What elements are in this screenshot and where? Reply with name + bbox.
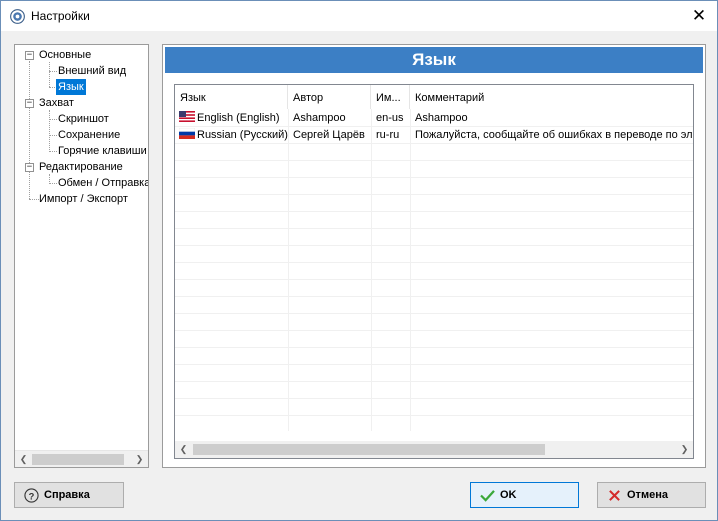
section-title: Язык xyxy=(165,47,703,73)
settings-tree: − Основные Внешний вид Язык − Захват Скр… xyxy=(14,44,149,468)
language-list[interactable]: Язык Автор Им... Комментарий English (En… xyxy=(174,84,694,459)
author-cell: Сергей Царёв xyxy=(293,129,365,141)
scroll-left-icon[interactable]: ❮ xyxy=(175,441,192,458)
list-row-english[interactable]: English (English) Ashampoo en-us Ashampo… xyxy=(175,110,693,127)
tree-connector xyxy=(49,183,57,184)
list-row-russian[interactable]: Russian (Русский) Сергей Царёв ru-ru Пож… xyxy=(175,127,693,144)
author-cell: Ashampoo xyxy=(293,112,346,124)
scroll-left-icon[interactable]: ❮ xyxy=(15,451,32,467)
tree-item-import-export[interactable]: Импорт / Экспорт xyxy=(39,191,128,207)
ru-flag-icon xyxy=(179,128,195,139)
language-settings-panel: Язык Язык Автор Им... Комментарий Englis… xyxy=(162,44,706,468)
checkmark-icon xyxy=(479,487,495,503)
svg-text:?: ? xyxy=(28,491,34,501)
collapse-icon[interactable]: − xyxy=(25,163,34,172)
help-button[interactable]: ? Справка xyxy=(14,482,124,508)
tree-connector xyxy=(49,119,57,120)
tree-item-editing[interactable]: Редактирование xyxy=(39,159,123,175)
code-cell: en-us xyxy=(376,112,404,124)
settings-window: Настройки ✕ − Основные Внешний вид Язык … xyxy=(0,0,718,521)
language-name: Russian (Русский) xyxy=(197,129,288,141)
list-horizontal-scrollbar[interactable]: ❮ ❯ xyxy=(175,441,693,458)
grid-line xyxy=(175,296,693,297)
scrollbar-thumb[interactable] xyxy=(193,444,545,455)
collapse-icon[interactable]: − xyxy=(25,51,34,60)
column-header-name[interactable]: Им... xyxy=(371,85,410,109)
cross-icon xyxy=(606,487,622,503)
grid-line xyxy=(175,211,693,212)
tree-item-hotkeys[interactable]: Горячие клавиши xyxy=(58,143,147,159)
tree-connector xyxy=(29,199,39,200)
ok-button-label: OK xyxy=(500,489,517,501)
grid-line xyxy=(175,228,693,229)
comment-cell: Ashampoo xyxy=(415,112,468,124)
grid-line xyxy=(175,347,693,348)
grid-line xyxy=(175,160,693,161)
column-header-author[interactable]: Автор xyxy=(288,85,371,109)
title-bar: Настройки ✕ xyxy=(1,1,717,31)
tree-connector xyxy=(49,71,57,72)
grid-line xyxy=(175,364,693,365)
language-name: English (English) xyxy=(197,112,280,124)
us-flag-icon xyxy=(179,111,195,122)
comment-cell: Пожалуйста, сообщайте об ошибках в перев… xyxy=(415,129,693,141)
scroll-right-icon[interactable]: ❯ xyxy=(131,451,148,467)
tree-connector xyxy=(49,151,57,152)
grid-line xyxy=(175,313,693,314)
grid-line xyxy=(175,194,693,195)
cancel-button[interactable]: Отмена xyxy=(597,482,706,508)
tree-item-language[interactable]: Язык xyxy=(56,79,86,95)
cancel-button-label: Отмена xyxy=(627,489,668,501)
tree-item-saving[interactable]: Сохранение xyxy=(58,127,120,143)
grid-line xyxy=(175,279,693,280)
tree-item-screenshot[interactable]: Скриншот xyxy=(58,111,109,127)
collapse-icon[interactable]: − xyxy=(25,99,34,108)
grid-line xyxy=(175,381,693,382)
grid-line xyxy=(175,330,693,331)
help-button-label: Справка xyxy=(44,489,90,501)
grid-line xyxy=(175,177,693,178)
grid-line xyxy=(175,398,693,399)
app-shutter-icon xyxy=(10,9,25,24)
tree-item-capture[interactable]: Захват xyxy=(39,95,74,111)
tree-connector xyxy=(49,135,57,136)
grid-line xyxy=(288,109,289,431)
scroll-right-icon[interactable]: ❯ xyxy=(676,441,693,458)
window-title: Настройки xyxy=(31,9,90,23)
tree-connector xyxy=(29,61,30,199)
grid-line xyxy=(175,262,693,263)
language-cell: Russian (Русский) xyxy=(175,127,288,144)
help-icon: ? xyxy=(23,487,39,503)
code-cell: ru-ru xyxy=(376,129,400,141)
tree-connector xyxy=(49,62,50,87)
close-button[interactable]: ✕ xyxy=(681,1,717,31)
column-header-comment[interactable]: Комментарий xyxy=(410,85,693,109)
tree-item-general[interactable]: Основные xyxy=(39,47,91,63)
tree-item-appearance[interactable]: Внешний вид xyxy=(58,63,126,79)
tree-connector xyxy=(49,110,50,152)
grid-line xyxy=(175,415,693,416)
scrollbar-thumb[interactable] xyxy=(32,454,124,465)
close-icon: ✕ xyxy=(691,6,707,25)
tree-horizontal-scrollbar[interactable]: ❮ ❯ xyxy=(15,450,148,467)
column-header-language[interactable]: Язык xyxy=(175,85,288,109)
language-cell: English (English) xyxy=(175,110,288,127)
grid-line xyxy=(410,109,411,431)
tree-item-share-send[interactable]: Обмен / Отправка xyxy=(58,175,148,191)
grid-line xyxy=(175,245,693,246)
ok-button[interactable]: OK xyxy=(470,482,579,508)
grid-line xyxy=(371,109,372,431)
